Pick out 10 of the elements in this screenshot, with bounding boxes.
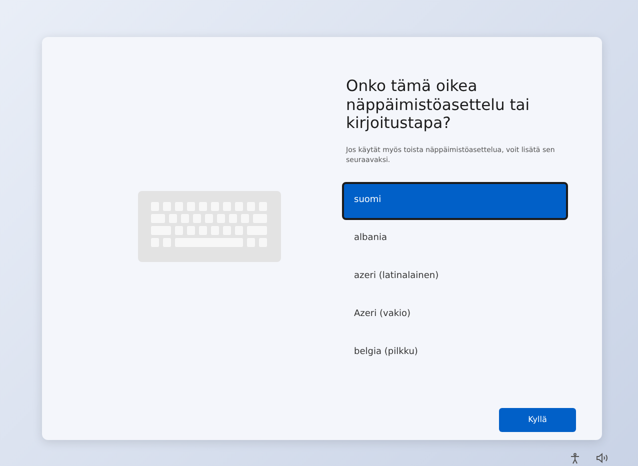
accessibility-icon[interactable]: [570, 453, 580, 464]
yes-button[interactable]: Kyllä: [499, 408, 576, 432]
keyboard-icon: [138, 191, 280, 262]
layout-option[interactable]: albania: [342, 220, 568, 258]
volume-icon[interactable]: [596, 453, 608, 463]
dialog-title: Onko tämä oikea näppäimistöasettelu tai kirjoitustapa?: [346, 77, 531, 133]
layout-option[interactable]: suomi: [342, 182, 568, 220]
layout-option[interactable]: azeri (latinalainen): [342, 258, 568, 296]
layout-option[interactable]: Azeri (vakio): [342, 296, 568, 334]
layout-option[interactable]: belgia (pilkku): [342, 334, 568, 372]
